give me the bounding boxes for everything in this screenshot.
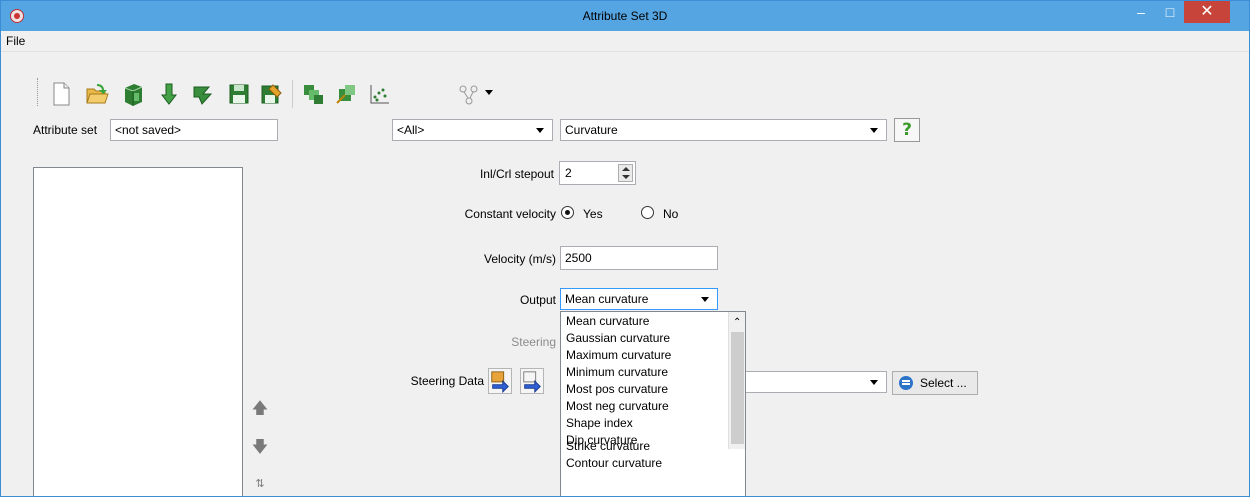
output-dropdown-list-tail[interactable]: Strike curvature Contour curvature (560, 439, 746, 496)
scroll-thumb[interactable] (731, 332, 744, 444)
save-icon[interactable] (227, 81, 251, 107)
dropdown-option[interactable]: Shape index (566, 415, 633, 432)
green-cube-icon[interactable] (121, 81, 145, 107)
stepout-spin-buttons[interactable] (618, 164, 633, 182)
spin-up-icon[interactable] (622, 167, 630, 171)
close-button[interactable]: ✕ (1184, 1, 1230, 23)
dropdown-option[interactable]: Maximum curvature (566, 347, 671, 364)
help-button[interactable]: ? (894, 118, 920, 142)
spin-down-icon[interactable] (622, 175, 630, 179)
open-folder-icon[interactable] (85, 81, 109, 107)
output-select-value: Mean curvature (565, 292, 649, 306)
velocity-input[interactable]: 2500 (560, 246, 718, 270)
toolbar (1, 53, 1249, 119)
steering-data-label: Steering Data (410, 374, 484, 388)
network-icon[interactable] (457, 81, 481, 107)
dropdown-option[interactable]: Most pos curvature (566, 381, 668, 398)
dropdown-option[interactable]: Contour curvature (566, 455, 662, 472)
constant-velocity-no-radio[interactable] (641, 206, 654, 219)
stepout-spinbox[interactable]: 2 (559, 161, 636, 185)
list-icon (899, 376, 913, 390)
category-select-value: <All> (397, 123, 425, 137)
attribute-set-window: Attribute Set 3D – □ ✕ File Attribute se… (0, 0, 1250, 497)
title-bar[interactable]: Attribute Set 3D – □ ✕ (1, 1, 1249, 31)
steering-data-select[interactable] (741, 371, 887, 393)
menu-bar: File (1, 31, 1249, 52)
select-button-label: Select ... (920, 376, 967, 390)
new-document-icon[interactable] (49, 81, 73, 107)
move-down-button[interactable]: 🡇 (249, 436, 271, 460)
output-select[interactable]: Mean curvature (560, 288, 718, 310)
steering-cube-input-icon[interactable] (488, 368, 512, 394)
chevron-down-icon (701, 297, 709, 302)
sort-az-button[interactable]: ⇅ (249, 472, 271, 496)
chevron-down-icon (870, 380, 878, 385)
select-steering-data-button[interactable]: Select ... (892, 371, 978, 395)
green-arrow-right-icon[interactable] (191, 81, 215, 107)
move-up-button[interactable]: 🡅 (249, 397, 271, 421)
constant-velocity-no-label: No (663, 207, 679, 221)
attribute-type-select-value: Curvature (565, 123, 618, 137)
minimize-button[interactable]: – (1127, 1, 1155, 23)
toolbar-grip[interactable] (37, 78, 40, 106)
dropdown-option[interactable]: Strike curvature (566, 438, 650, 455)
category-select[interactable]: <All> (392, 119, 553, 141)
dropdown-option[interactable]: Minimum curvature (566, 364, 668, 381)
menu-file[interactable]: File (6, 34, 25, 48)
window-title: Attribute Set 3D (582, 9, 668, 23)
green-arrow-down-icon[interactable] (157, 81, 181, 107)
steering-2d-input-icon[interactable] (520, 368, 544, 394)
multi-attribute-icon[interactable] (301, 81, 325, 107)
crossplot-icon[interactable] (367, 81, 391, 107)
chevron-up-icon[interactable]: ⌃ (733, 318, 741, 328)
attribute-set-name-field[interactable]: <not saved> (110, 119, 278, 141)
constant-velocity-yes-radio[interactable] (561, 206, 574, 219)
attribute-set-label: Attribute set (33, 123, 98, 137)
constant-velocity-label: Constant velocity (464, 207, 556, 221)
dropdown-option[interactable]: Mean curvature (566, 313, 649, 330)
chevron-down-icon[interactable] (485, 90, 493, 95)
dropdown-option[interactable]: Gaussian curvature (566, 330, 670, 347)
attribute-type-select[interactable]: Curvature (560, 119, 887, 141)
output-label: Output (519, 293, 556, 307)
save-as-icon[interactable] (259, 81, 283, 107)
chevron-down-icon (536, 128, 544, 133)
attribute-list[interactable] (33, 167, 243, 496)
steering-label: Steering (511, 335, 556, 349)
stepout-value: 2 (565, 166, 572, 180)
stepout-label: Inl/Crl stepout (479, 167, 554, 181)
velocity-label: Velocity (m/s) (483, 252, 556, 266)
toolbar-separator (292, 80, 293, 108)
maximize-button[interactable]: □ (1156, 1, 1184, 23)
constant-velocity-yes-label: Yes (583, 207, 603, 221)
evaluate-attribute-icon[interactable] (335, 81, 359, 107)
dropdown-scrollbar[interactable]: ⌃ ⌄ (728, 312, 745, 460)
chevron-down-icon (870, 128, 878, 133)
dropdown-option[interactable]: Most neg curvature (566, 398, 669, 415)
